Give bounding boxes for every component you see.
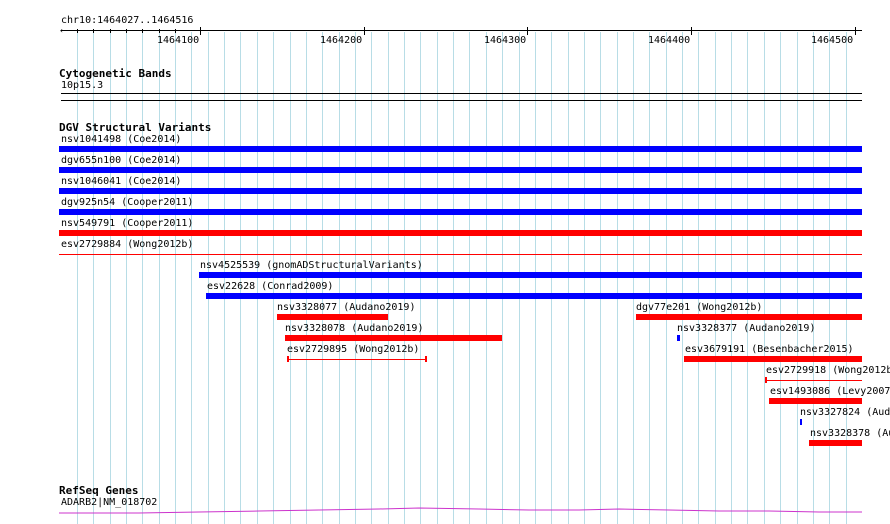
variant-bar[interactable] [684,356,862,362]
variant-label[interactable]: nsv4525539 (gnomADStructuralVariants) [200,260,423,271]
gene-signal-line[interactable] [59,505,862,517]
position-label: chr10:1464027..1464516 [61,15,194,26]
variant-label[interactable]: nsv3328378 (Au [810,428,890,439]
variant-bar[interactable] [809,440,862,446]
variant-bar[interactable] [59,209,862,215]
tick-label: 1464400 [648,35,691,46]
variant-bar[interactable] [199,272,862,278]
variant-bar[interactable] [59,146,862,152]
ruler-line [61,30,862,31]
variant-bar[interactable] [285,335,502,341]
variant-end-cap [425,356,427,362]
variant-bar[interactable] [800,419,802,425]
variant-end-cap [765,377,767,383]
variant-label[interactable]: dgv655n100 (Coe2014) [61,155,181,166]
track-title: RefSeq Genes [59,484,139,497]
variant-bar[interactable] [59,230,862,236]
variant-bar[interactable] [766,380,862,381]
tick-label: 1464100 [157,35,200,46]
variant-bar[interactable] [277,314,388,320]
track-title: DGV Structural Variants [59,121,212,134]
variant-label[interactable]: esv2729918 (Wong2012b [766,365,890,376]
tick-label: 1464300 [484,35,527,46]
tick-label: 1464500 [811,35,854,46]
variant-label[interactable]: dgv77e201 (Wong2012b) [636,302,762,313]
band-bottom-line [61,100,862,101]
variant-label[interactable]: esv1493086 (Levy2007 [770,386,890,397]
variant-label[interactable]: nsv3328077 (Audano2019) [277,302,415,313]
tick-label: 1464200 [320,35,363,46]
ruler-left-arrow-icon: ‹ [59,26,64,35]
variant-label[interactable]: nsv3328377 (Audano2019) [677,323,815,334]
track-title: Cytogenetic Bands [59,67,172,80]
variant-bar[interactable] [59,254,862,255]
variant-label[interactable]: nsv3327824 (Aud [800,407,890,418]
variant-label[interactable]: nsv3328078 (Audano2019) [285,323,423,334]
variant-label[interactable]: esv3679191 (Besenbacher2015) [685,344,854,355]
variant-bar[interactable] [206,293,862,299]
band-label[interactable]: 10p15.3 [61,80,103,91]
variant-label[interactable]: nsv1046041 (Coe2014) [61,176,181,187]
variant-label[interactable]: esv22628 (Conrad2009) [207,281,333,292]
variant-bar[interactable] [59,167,862,173]
variant-end-cap [287,356,289,362]
variant-label[interactable]: esv2729884 (Wong2012b) [61,239,193,250]
variant-bar[interactable] [677,335,680,341]
variant-bar[interactable] [59,188,862,194]
band-top-line [61,93,862,94]
variant-label[interactable]: dgv925n54 (Cooper2011) [61,197,193,208]
variant-bar[interactable] [287,359,427,360]
variant-label[interactable]: nsv1041498 (Coe2014) [61,134,181,145]
variant-label[interactable]: esv2729895 (Wong2012b) [287,344,419,355]
variant-bar[interactable] [636,314,862,320]
variant-label[interactable]: nsv549791 (Cooper2011) [61,218,193,229]
variant-bar[interactable] [769,398,862,404]
